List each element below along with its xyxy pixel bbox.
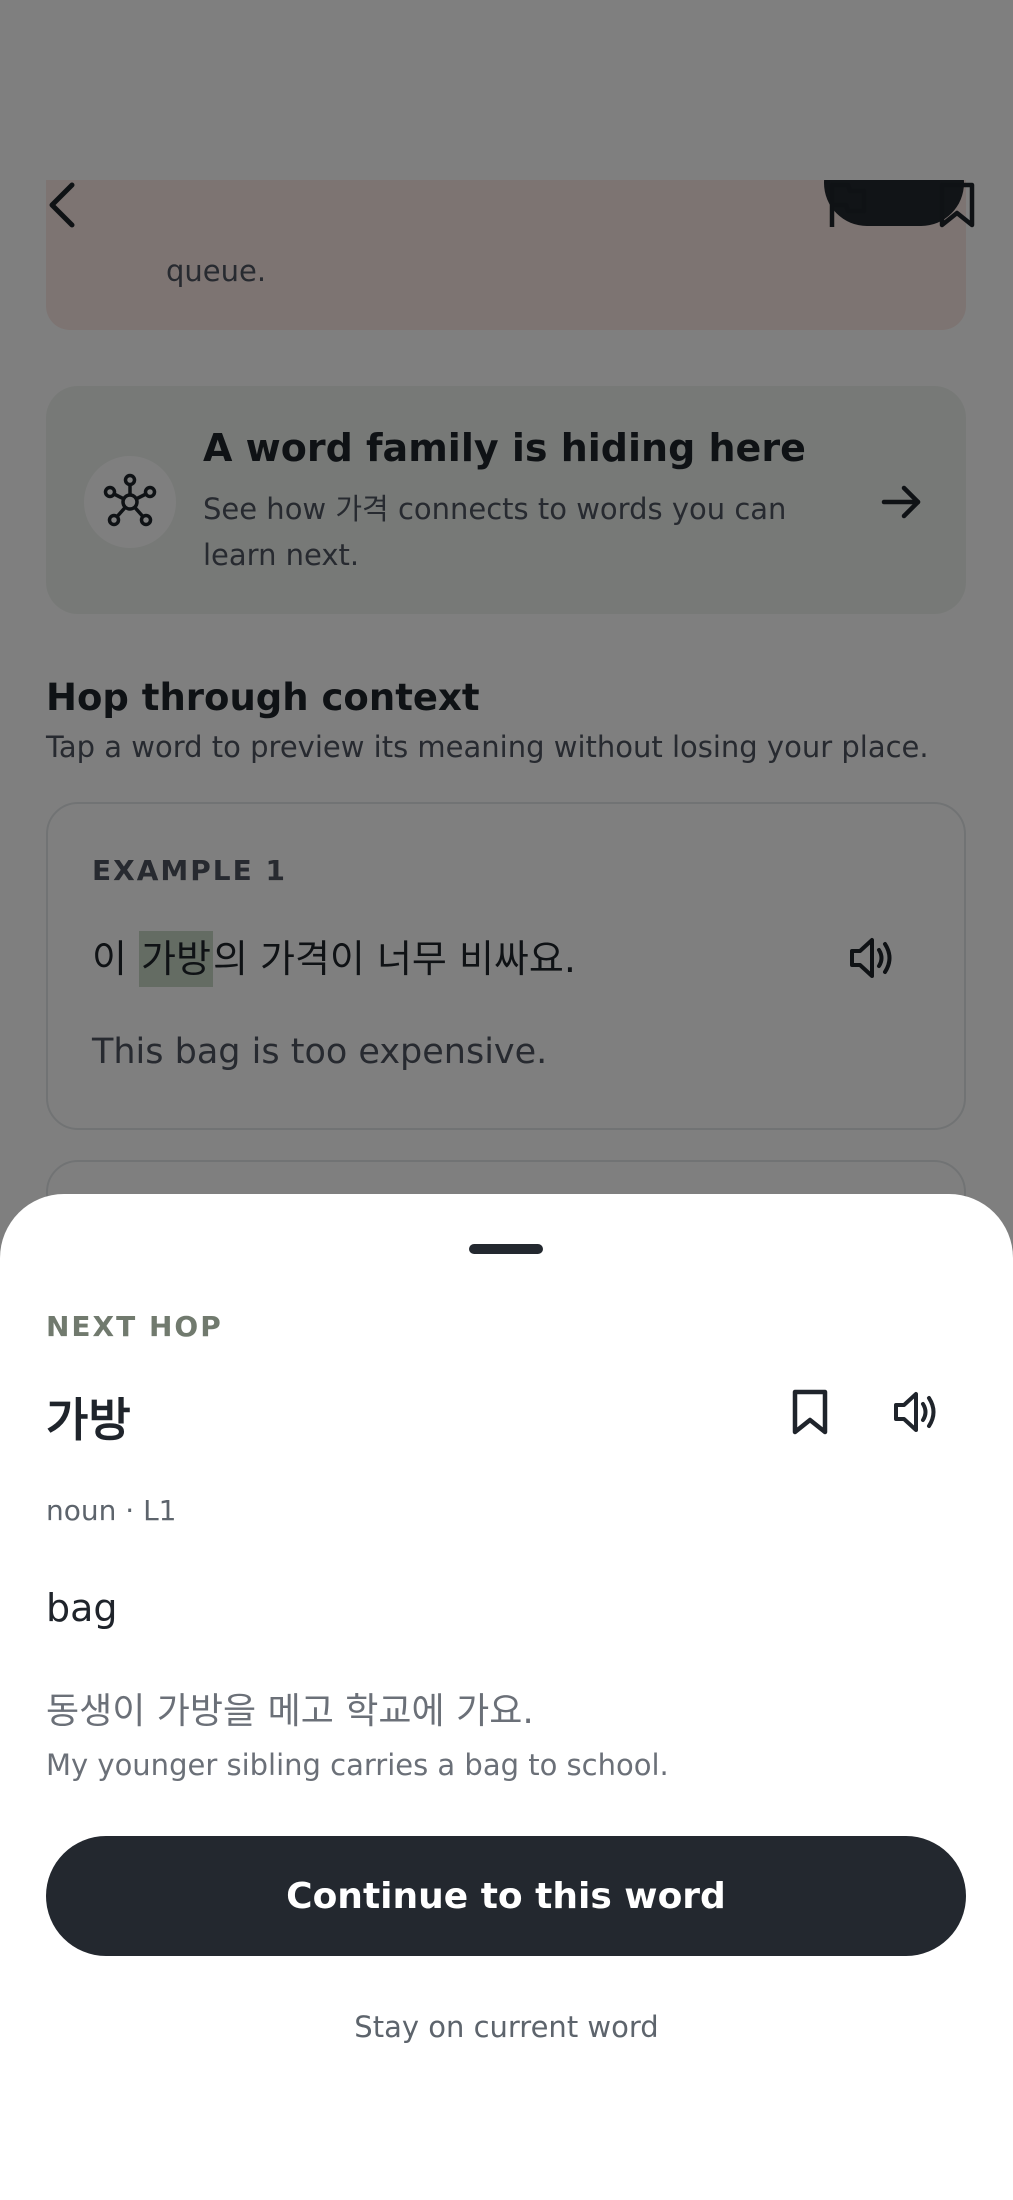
stay-button[interactable]: Stay on current word bbox=[0, 2010, 1013, 2044]
part-of-speech: noun · L1 bbox=[46, 1494, 177, 1527]
word-meaning: bag bbox=[46, 1586, 118, 1630]
sheet-audio-button[interactable] bbox=[888, 1384, 944, 1440]
example-korean: 동생이 가방을 메고 학교에 가요. bbox=[46, 1691, 534, 1732]
continue-button[interactable]: Continue to this word bbox=[46, 1836, 966, 1956]
sheet-word: 가방 bbox=[46, 1393, 131, 1447]
example-english: My younger sibling carries a bag to scho… bbox=[46, 1748, 669, 1782]
speaker-icon bbox=[894, 1392, 936, 1432]
sheet-eyebrow: NEXT HOP bbox=[46, 1310, 223, 1343]
sheet-drag-handle[interactable] bbox=[469, 1244, 543, 1254]
sheet-bookmark-button[interactable] bbox=[782, 1384, 838, 1440]
bookmark-icon bbox=[792, 1389, 828, 1435]
next-hop-sheet: NEXT HOP 가방 noun · L1 bag 동생이 가방을 메고 학교에… bbox=[0, 1194, 1013, 2200]
